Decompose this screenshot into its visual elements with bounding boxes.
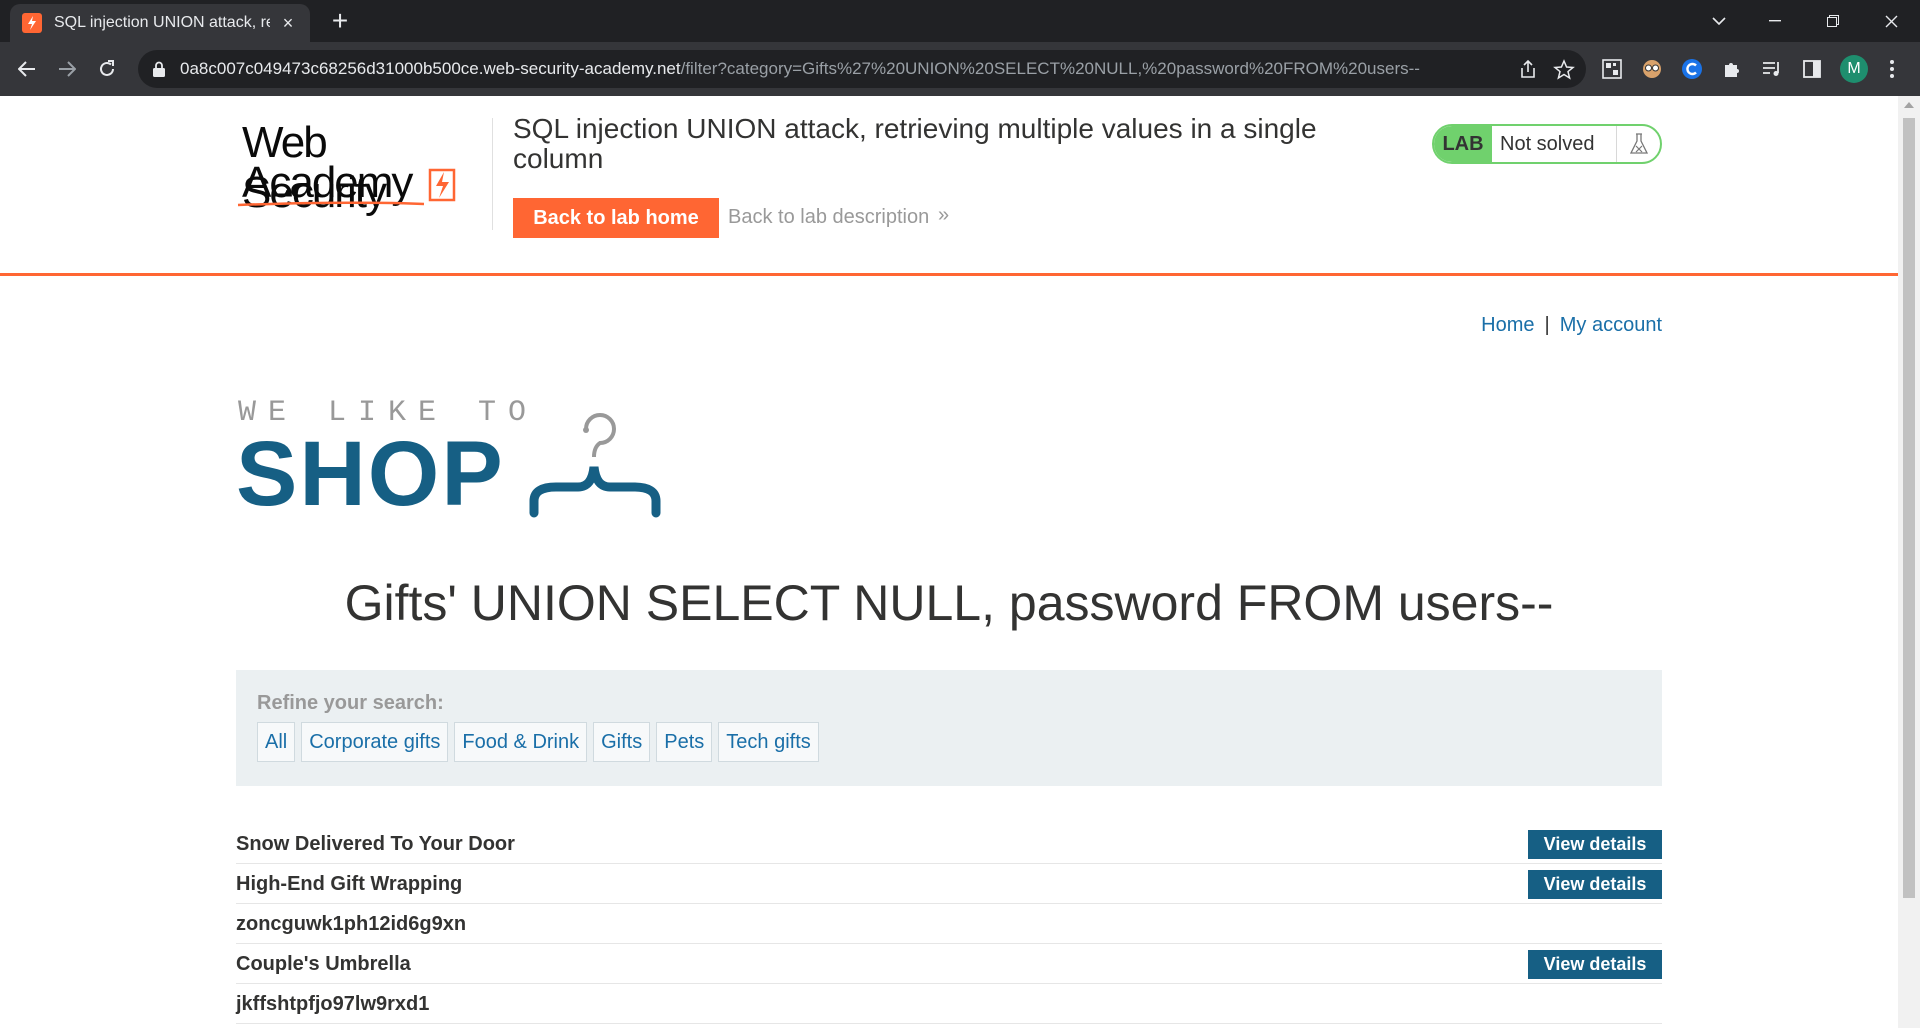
shop-logo: WE LIKE TO SHOP — [236, 396, 696, 526]
close-window-icon[interactable] — [1868, 6, 1914, 36]
media-icon[interactable] — [1760, 57, 1784, 81]
minimize-icon[interactable] — [1752, 6, 1798, 36]
filter-link-tech-gifts[interactable]: Tech gifts — [718, 722, 819, 762]
filter-link-gifts[interactable]: Gifts — [593, 722, 651, 762]
web-security-academy-logo[interactable]: Web Security Academy — [236, 118, 468, 217]
table-row: zoncguwk1ph12id6g9xn — [236, 904, 1662, 944]
filter-list: All Corporate gifts Food & Drink Gifts P… — [257, 722, 819, 762]
filter-link-food-drink[interactable]: Food & Drink — [454, 722, 588, 762]
page-viewport: Web Security Academy SQL injection UNION… — [0, 96, 1898, 1028]
my-account-link[interactable]: My account — [1560, 314, 1662, 336]
new-tab-button[interactable]: + — [326, 7, 354, 36]
star-icon[interactable] — [1552, 58, 1576, 82]
reload-icon[interactable] — [92, 54, 122, 84]
lab-status-text: Not solved — [1500, 132, 1595, 155]
url-path: /filter?category=Gifts%27%20UNION%20SELE… — [680, 59, 1420, 78]
menu-icon[interactable] — [1880, 57, 1904, 81]
extension-c-icon[interactable] — [1680, 57, 1704, 81]
sidepanel-icon[interactable] — [1800, 57, 1824, 81]
extension-face-icon[interactable] — [1640, 57, 1664, 81]
forward-icon[interactable] — [52, 54, 82, 84]
address-bar[interactable]: 0a8c007c049473c68256d31000b500ce.web-sec… — [138, 50, 1586, 88]
filter-link-pets[interactable]: Pets — [656, 722, 713, 762]
academy-header: Web Security Academy SQL injection UNION… — [0, 96, 1898, 276]
products-table: Snow Delivered To Your Door View details… — [236, 824, 1662, 1024]
table-row: Snow Delivered To Your Door View details — [236, 824, 1662, 864]
password-value: jkffshtpfjo97lw9rxd1 — [236, 993, 430, 1015]
table-row: Couple's Umbrella View details — [236, 944, 1662, 984]
shop-logo-title: SHOP — [236, 423, 505, 525]
shop-nav: Home | My account — [1481, 314, 1662, 337]
password-value: zoncguwk1ph12id6g9xn — [236, 913, 467, 935]
product-name: Couple's Umbrella — [236, 953, 411, 975]
scrollbar-thumb[interactable] — [1903, 118, 1915, 898]
lab-badge: LAB — [1434, 126, 1492, 162]
lab-title: SQL injection UNION attack, retrieving m… — [513, 113, 1317, 174]
browser-toolbar: 0a8c007c049473c68256d31000b500ce.web-sec… — [0, 42, 1920, 96]
page-scrollbar[interactable] — [1898, 96, 1920, 1028]
url-host: 0a8c007c049473c68256d31000b500ce.web-sec… — [180, 59, 681, 78]
qr-icon[interactable] — [1600, 57, 1624, 81]
filter-label: Refine your search: — [257, 692, 444, 714]
filter-link-all[interactable]: All — [257, 722, 296, 762]
burp-favicon-icon — [22, 13, 42, 33]
lock-icon[interactable] — [152, 61, 166, 77]
view-details-button[interactable]: View details — [1528, 950, 1662, 979]
filter-link-corporate-gifts[interactable]: Corporate gifts — [301, 722, 449, 762]
filter-panel: Refine your search: All Corporate gifts … — [236, 670, 1662, 786]
double-chevron-right-icon: » — [938, 204, 950, 226]
browser-tab[interactable]: SQL injection UNION attack, retri × — [10, 4, 310, 42]
product-name: Snow Delivered To Your Door — [236, 833, 515, 855]
back-icon[interactable] — [12, 54, 42, 84]
category-heading: Gifts' UNION SELECT NULL, password FROM … — [344, 575, 1554, 631]
tab-search-icon[interactable] — [1696, 6, 1742, 36]
tab-close-icon[interactable]: × — [278, 13, 298, 34]
tab-title: SQL injection UNION attack, retri — [54, 14, 270, 31]
view-details-button[interactable]: View details — [1528, 870, 1662, 899]
hanger-icon — [529, 413, 661, 518]
nav-separator: | — [1544, 314, 1550, 336]
scroll-up-icon[interactable] — [1904, 102, 1914, 108]
flask-icon — [1616, 126, 1660, 162]
logo-underline — [237, 201, 425, 207]
table-row: High-End Gift Wrapping View details — [236, 864, 1662, 904]
browser-tab-bar: SQL injection UNION attack, retri × + — [0, 0, 1920, 42]
back-to-lab-description-link[interactable]: Back to lab description — [728, 206, 929, 229]
table-row: jkffshtpfjo97lw9rxd1 — [236, 984, 1662, 1024]
view-details-button[interactable]: View details — [1528, 830, 1662, 859]
profile-avatar[interactable]: M — [1840, 55, 1868, 83]
home-link[interactable]: Home — [1481, 314, 1534, 336]
product-name: High-End Gift Wrapping — [236, 873, 463, 895]
puzzle-icon[interactable] — [1720, 57, 1744, 81]
back-to-lab-home-button[interactable]: Back to lab home — [513, 198, 719, 238]
share-icon[interactable] — [1516, 58, 1540, 82]
lab-status-widget: LAB Not solved — [1432, 124, 1662, 164]
restore-icon[interactable] — [1810, 6, 1856, 36]
header-divider — [492, 118, 493, 230]
